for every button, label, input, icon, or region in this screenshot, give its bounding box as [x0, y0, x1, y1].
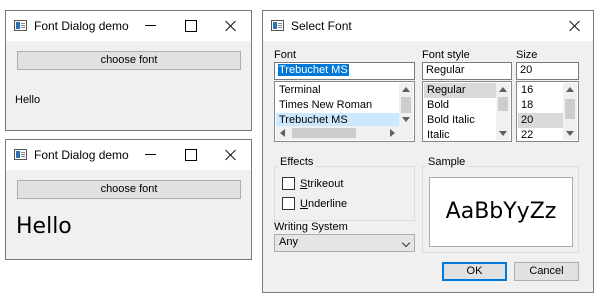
writing-system-label: Writing System	[274, 221, 348, 233]
scroll-up-icon[interactable]	[496, 83, 510, 97]
maximize-button[interactable]	[171, 140, 211, 170]
choose-font-button[interactable]: choose font	[17, 51, 241, 70]
font-label: Font	[274, 49, 297, 61]
scroll-thumb[interactable]	[401, 97, 411, 113]
scroll-left-icon[interactable]	[276, 126, 290, 140]
hello-label: Hello	[16, 214, 72, 239]
size-item-selected[interactable]: 20	[518, 113, 563, 128]
strikeout-accelerator: S	[300, 178, 308, 190]
scroll-thumb[interactable]	[292, 128, 356, 138]
strikeout-label[interactable]: Strikeout	[300, 178, 343, 190]
underline-checkbox[interactable]	[282, 197, 295, 210]
scroll-up-icon[interactable]	[563, 83, 577, 97]
font-style-label: Font style	[422, 49, 470, 61]
cancel-button[interactable]: Cancel	[514, 262, 579, 281]
size-label: Size	[516, 49, 538, 61]
font-style-item[interactable]: Italic	[424, 128, 496, 141]
scroll-down-icon[interactable]	[563, 126, 577, 140]
sample-text: AaBbYyZz	[445, 199, 557, 224]
choose-font-button[interactable]: choose font	[17, 180, 241, 199]
effects-label: Effects	[278, 156, 316, 168]
font-list-item[interactable]: Terminal	[276, 83, 399, 98]
title-bar[interactable]: Select Font	[263, 11, 593, 41]
font-name-text: Trebuchet MS	[278, 64, 349, 76]
scroll-down-icon[interactable]	[496, 126, 510, 140]
title-bar[interactable]: Font Dialog demo	[6, 11, 251, 41]
close-button[interactable]	[211, 140, 251, 170]
minimize-button[interactable]	[131, 140, 171, 170]
sample-label: Sample	[426, 156, 468, 168]
size-list[interactable]: 16 18 20 22	[516, 81, 579, 142]
close-button[interactable]	[555, 11, 593, 41]
size-vscroll[interactable]	[563, 83, 577, 140]
font-dialog-demo-window-1: Font Dialog demo choose font Hello	[5, 10, 252, 131]
strikeout-checkbox[interactable]	[282, 177, 295, 190]
font-list[interactable]: Terminal Times New Roman Trebuchet MS	[274, 81, 415, 142]
ok-button[interactable]: OK	[442, 262, 507, 281]
font-dialog-demo-window-2: Font Dialog demo choose font Hello	[5, 139, 252, 260]
font-list-item[interactable]: Times New Roman	[276, 98, 399, 113]
chevron-down-icon	[401, 238, 411, 248]
scroll-corner	[399, 126, 413, 140]
minimize-button[interactable]	[131, 11, 171, 41]
select-font-dialog: Select Font Font Trebuchet MS Terminal T…	[262, 10, 594, 293]
font-list-vscroll[interactable]	[399, 83, 413, 126]
writing-system-select[interactable]: Any	[274, 234, 415, 252]
underline-accelerator: U	[300, 198, 308, 210]
size-item[interactable]: 16	[518, 83, 563, 98]
font-name-input[interactable]: Trebuchet MS	[274, 62, 415, 80]
size-item[interactable]: 22	[518, 128, 563, 141]
font-style-item-selected[interactable]: Regular	[424, 83, 496, 98]
hello-label: Hello	[15, 94, 41, 106]
close-button[interactable]	[211, 11, 251, 41]
title-bar[interactable]: Font Dialog demo	[6, 140, 251, 170]
effects-group	[274, 166, 415, 221]
writing-system-value: Any	[279, 236, 298, 248]
dialog-title: Select Font	[291, 19, 352, 33]
font-style-list[interactable]: Regular Bold Bold Italic Italic	[422, 81, 512, 142]
font-style-vscroll[interactable]	[496, 83, 510, 140]
size-input[interactable]: 20	[516, 62, 579, 80]
app-icon	[14, 20, 27, 31]
font-style-item[interactable]: Bold Italic	[424, 113, 496, 128]
window-title: Font Dialog demo	[34, 148, 129, 162]
size-item[interactable]: 18	[518, 98, 563, 113]
window-title: Font Dialog demo	[34, 19, 129, 33]
font-list-hscroll[interactable]	[276, 126, 399, 140]
font-style-item[interactable]: Bold	[424, 98, 496, 113]
scroll-down-icon[interactable]	[399, 112, 413, 126]
font-style-input[interactable]: Regular	[422, 62, 512, 80]
scroll-up-icon[interactable]	[399, 83, 413, 97]
sample-preview: AaBbYyZz	[429, 177, 573, 247]
scroll-right-icon[interactable]	[385, 126, 399, 140]
underline-label[interactable]: Underline	[300, 198, 347, 210]
app-icon	[14, 149, 27, 160]
scroll-thumb[interactable]	[498, 97, 508, 111]
scroll-thumb[interactable]	[565, 99, 575, 119]
maximize-button[interactable]	[171, 11, 211, 41]
app-icon	[271, 20, 284, 31]
